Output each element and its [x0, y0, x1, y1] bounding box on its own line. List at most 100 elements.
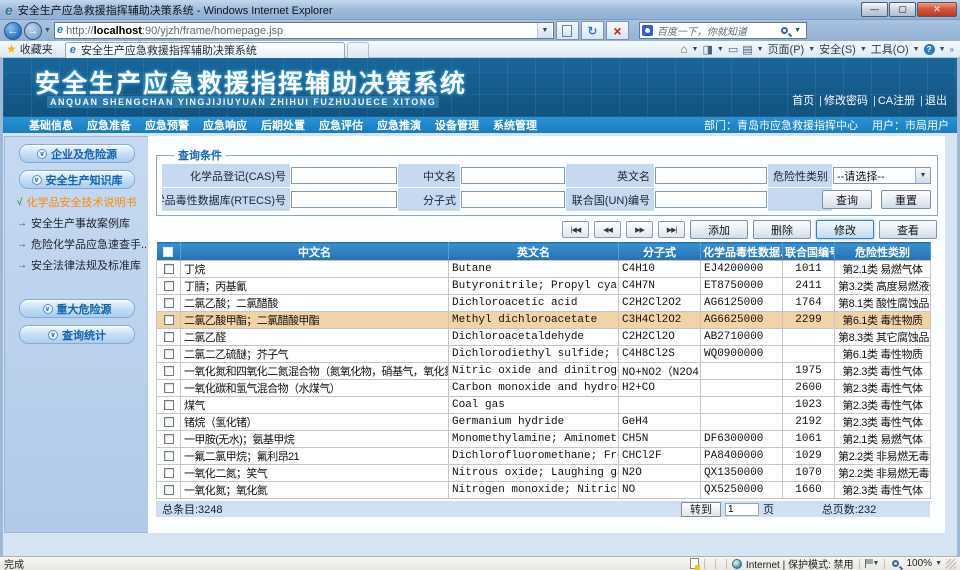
flag-dropdown-icon[interactable]: ▼ [873, 560, 880, 567]
table-row[interactable]: 一氧化氮和四氧化二氮混合物（氮氧化物，硝基气，氧化氮气体）Nitric oxid… [157, 363, 931, 380]
nav-emergency-response[interactable]: 应急响应 [203, 117, 247, 133]
select-all-checkbox[interactable] [163, 247, 173, 257]
table-row[interactable]: 一甲胺(无水)；氨基甲烷Monomethylamine; Aminomethan… [157, 431, 931, 448]
modify-button[interactable]: 修改 [816, 220, 874, 239]
row-checkbox[interactable] [164, 383, 174, 393]
link-ca-register[interactable]: CA注册 [868, 92, 915, 108]
table-row[interactable]: 二氯乙酸；二氯醋酸Dichloroacetic acidC2H2Cl2O2AG6… [157, 295, 931, 312]
tools-menu-dropdown-icon[interactable]: ▼ [913, 46, 920, 53]
help-dropdown-icon[interactable]: ▼ [939, 46, 946, 53]
zoom-magnifier-icon[interactable] [892, 560, 899, 567]
row-checkbox[interactable] [164, 264, 174, 274]
table-row[interactable]: 一氧化碳和氢气混合物（水煤气）Carbon monoxide and hydro… [157, 380, 931, 397]
search-input[interactable]: 百度一下，你就知道 ▼ [639, 22, 807, 39]
en-name-input[interactable] [655, 167, 767, 184]
safety-menu[interactable]: 安全(S) [819, 41, 856, 57]
delete-button[interactable]: 删除 [753, 220, 811, 239]
mail-icon[interactable]: ▭ [728, 43, 738, 56]
formula-input[interactable] [461, 191, 565, 208]
nav-emergency-drill[interactable]: 应急推演 [377, 117, 421, 133]
first-page-button[interactable]: |◀◀ [562, 221, 589, 238]
history-dropdown-icon[interactable]: ▼ [44, 27, 51, 34]
sidebar-item-accident-cases[interactable]: → 安全生产事故案例库 [17, 215, 149, 231]
cas-input[interactable] [291, 167, 397, 184]
home-icon[interactable]: ⌂ [680, 42, 687, 56]
sidebar-section-query-stats[interactable]: ∨ 查询统计 [19, 325, 135, 344]
safety-menu-dropdown-icon[interactable]: ▼ [860, 46, 867, 53]
nav-system-mgmt[interactable]: 系统管理 [493, 117, 537, 133]
link-change-password[interactable]: 修改密码 [814, 92, 868, 108]
table-row[interactable]: 煤气Coal gas1023第2.3类 毒性气体 [157, 397, 931, 414]
next-page-button[interactable]: ▶▶ [626, 221, 653, 238]
new-tab-button[interactable] [347, 42, 369, 58]
table-row[interactable]: 二氯乙酸甲酯；二氯醋酸甲酯Methyl dichloroacetateC3H4C… [157, 312, 931, 329]
feeds-dropdown-icon[interactable]: ▼ [717, 46, 724, 53]
prev-page-button[interactable]: ◀◀ [594, 221, 621, 238]
close-button[interactable]: ✕ [917, 2, 957, 17]
favorites-star-icon[interactable]: ★ [6, 42, 17, 56]
forward-button[interactable]: → [24, 22, 42, 40]
sidebar-section-major-hazard[interactable]: ∨ 重大危险源 [19, 299, 135, 318]
stop-button[interactable]: × [606, 21, 629, 40]
nav-emergency-warning[interactable]: 应急预警 [145, 117, 189, 133]
sidebar-section-knowledge[interactable]: ∨ 安全生产知识库 [19, 170, 135, 189]
zoom-level-label[interactable]: 100% [906, 558, 932, 569]
page-menu[interactable]: 页面(P) [768, 41, 805, 57]
nav-basic-info[interactable]: 基础信息 [29, 117, 73, 133]
nav-emergency-evaluate[interactable]: 应急评估 [319, 117, 363, 133]
nav-emergency-prepare[interactable]: 应急准备 [87, 117, 131, 133]
search-button[interactable]: 查询 [822, 190, 872, 209]
cn-name-input[interactable] [461, 167, 565, 184]
sidebar-item-chemical-msds[interactable]: √ 化学品安全技术说明书 [17, 194, 149, 210]
maximize-button[interactable]: ▢ [889, 2, 916, 17]
hazard-class-select[interactable]: --请选择-- ▼ [833, 167, 931, 184]
back-button[interactable]: ← [4, 22, 22, 40]
resize-grip[interactable] [946, 559, 956, 569]
reset-button[interactable]: 重置 [881, 190, 931, 209]
tools-menu[interactable]: 工具(O) [871, 41, 909, 57]
overflow-chevron-icon[interactable]: » [950, 45, 954, 54]
help-icon[interactable]: ? [924, 44, 935, 55]
table-row[interactable]: 锗烷（氢化锗）Germanium hydrideGeH42192第2.3类 毒性… [157, 414, 931, 431]
security-flag-icon[interactable] [865, 559, 873, 568]
table-row[interactable]: 一氧化氮；氧化氮Nitrogen monoxide; Nitric oxideN… [157, 482, 931, 499]
table-row[interactable]: 二氯乙醛DichloroacetaldehydeC2H2Cl2OAB271000… [157, 329, 931, 346]
page-menu-dropdown-icon[interactable]: ▼ [808, 46, 815, 53]
sidebar-item-hazchem-quickref[interactable]: → 危险化学品应急速查手... [17, 236, 149, 252]
link-logout[interactable]: 退出 [915, 92, 947, 108]
feeds-icon[interactable]: ◨ [702, 43, 712, 56]
minimize-button[interactable]: — [861, 2, 888, 17]
goto-page-button[interactable]: 转到 [681, 502, 721, 517]
browser-tab[interactable]: e 安全生产应急救援指挥辅助决策系统 [65, 42, 345, 58]
add-button[interactable]: 添加 [690, 220, 748, 239]
sidebar-item-safety-laws[interactable]: → 安全法律法规及标准库 [17, 257, 149, 273]
url-input[interactable]: e http://localhost:90/yjzh/frame/homepag… [54, 22, 554, 39]
row-checkbox[interactable] [164, 298, 174, 308]
row-checkbox[interactable] [164, 417, 174, 427]
row-checkbox[interactable] [164, 434, 174, 444]
rtecs-input[interactable] [291, 191, 397, 208]
row-checkbox[interactable] [164, 451, 174, 461]
table-row[interactable]: 一氧化二氮；笑气Nitrous oxide; Laughing gasN2OQX… [157, 465, 931, 482]
favorites-label[interactable]: 收藏夹 [20, 41, 53, 57]
un-number-input[interactable] [655, 191, 767, 208]
table-row[interactable]: 丁腈；丙基氰Butyronitrile; Propyl cyanideC4H7N… [157, 278, 931, 295]
table-row[interactable]: 二氯二乙硫醚；芥子气Dichlorodiethyl sulfide; Musta… [157, 346, 931, 363]
view-button[interactable]: 查看 [879, 220, 937, 239]
row-checkbox[interactable] [164, 332, 174, 342]
row-checkbox[interactable] [164, 281, 174, 291]
page-number-input[interactable] [725, 503, 759, 516]
refresh-button[interactable]: ↻ [581, 21, 604, 40]
row-checkbox[interactable] [164, 485, 174, 495]
row-checkbox[interactable] [164, 315, 174, 325]
search-dropdown-icon[interactable]: ▼ [794, 27, 801, 34]
home-dropdown-icon[interactable]: ▼ [692, 46, 699, 53]
print-icon[interactable]: ▤ [742, 43, 752, 56]
table-row[interactable]: 一氟二氯甲烷；氟利昂21Dichlorofluoromethane; Freon… [157, 448, 931, 465]
row-checkbox[interactable] [164, 400, 174, 410]
link-home[interactable]: 首页 [792, 92, 814, 108]
row-checkbox[interactable] [164, 349, 174, 359]
nav-equipment-mgmt[interactable]: 设备管理 [435, 117, 479, 133]
row-checkbox[interactable] [164, 468, 174, 478]
zoom-dropdown-icon[interactable]: ▼ [935, 560, 942, 567]
